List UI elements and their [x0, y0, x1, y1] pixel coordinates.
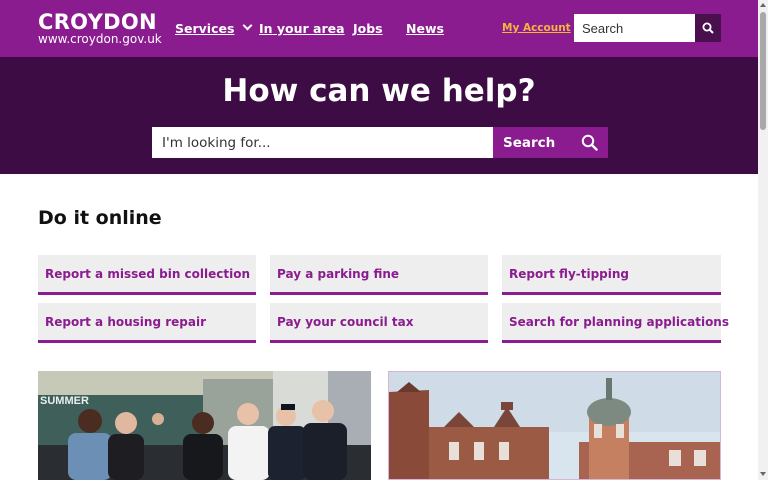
scrollbar-thumb[interactable] — [760, 12, 766, 130]
news-card-town-hall[interactable] — [388, 371, 721, 480]
do-it-online-heading: Do it online — [38, 207, 162, 229]
scroll-up-arrow-icon[interactable] — [760, 3, 766, 7]
sign-text: SUMMER — [40, 395, 89, 407]
hero-title: How can we help? — [222, 73, 536, 109]
community-group-photo: SUMMER — [38, 371, 371, 480]
search-icon — [702, 22, 714, 34]
task-pay-parking-fine[interactable]: Pay a parking fine — [270, 255, 488, 295]
page-scrollbar[interactable] — [758, 0, 768, 480]
online-task-grid: Report a missed bin collection Pay a par… — [38, 255, 729, 343]
nav-in-your-area[interactable]: In your area — [259, 21, 345, 36]
nav-services[interactable]: Services — [175, 21, 234, 36]
main-search-button[interactable]: Search — [493, 127, 608, 158]
chevron-down-icon[interactable] — [242, 20, 253, 31]
croydon-logo[interactable]: CROYDON www.croydon.gov.uk — [38, 11, 162, 46]
hero-banner: How can we help? Search — [0, 57, 758, 174]
task-report-missed-bin[interactable]: Report a missed bin collection — [38, 255, 256, 295]
site-header: CROYDON www.croydon.gov.uk Services In y… — [0, 0, 758, 57]
news-card-community[interactable]: SUMMER — [38, 371, 371, 480]
header-search-button[interactable] — [695, 14, 721, 42]
croydon-town-hall-clock-tower-photo — [389, 372, 720, 479]
header-search-input[interactable] — [574, 14, 695, 42]
nav-news[interactable]: News — [406, 21, 444, 36]
logo-url: www.croydon.gov.uk — [38, 32, 162, 46]
search-icon — [581, 134, 598, 151]
task-report-housing-repair[interactable]: Report a housing repair — [38, 303, 256, 343]
main-search-input[interactable] — [152, 127, 493, 158]
main-search-button-label: Search — [503, 134, 556, 151]
scroll-down-arrow-icon[interactable] — [760, 472, 766, 476]
logo-name: CROYDON — [38, 10, 157, 34]
my-account-label: My Account — [502, 22, 571, 34]
task-pay-council-tax[interactable]: Pay your council tax — [270, 303, 488, 343]
nav-jobs[interactable]: Jobs — [353, 21, 383, 36]
task-report-fly-tipping[interactable]: Report fly-tipping — [502, 255, 721, 295]
task-search-planning-applications[interactable]: Search for planning applications — [502, 303, 729, 343]
